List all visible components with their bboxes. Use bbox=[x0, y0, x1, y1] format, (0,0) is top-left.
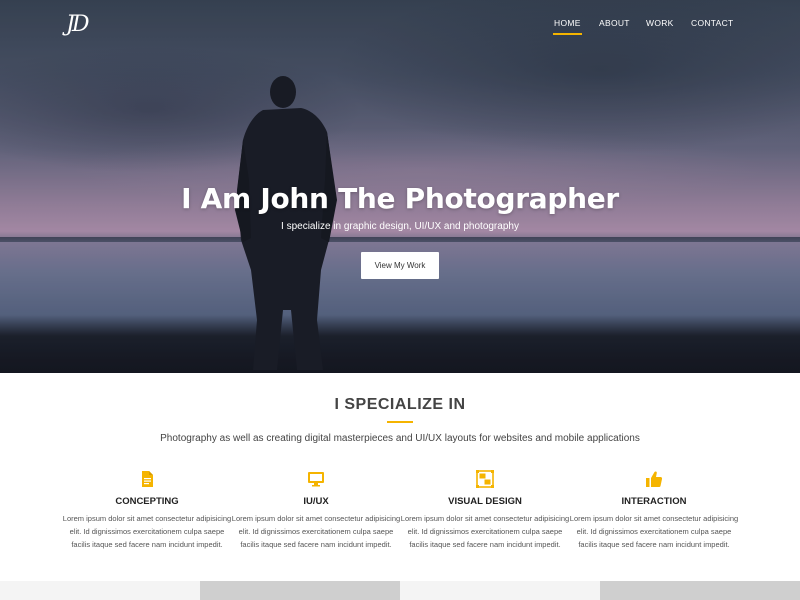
feature-interaction: INTERACTION Lorem ipsum dolor sit amet c… bbox=[569, 470, 739, 551]
view-my-work-label: View My Work bbox=[374, 261, 426, 270]
feature-visual-design: VISUAL DESIGN Lorem ipsum dolor sit amet… bbox=[400, 470, 570, 551]
feature-title: CONCEPTING bbox=[115, 496, 179, 507]
hero-section: JD HOME ABOUT WORK CONTACT I Am John The… bbox=[0, 0, 800, 373]
feature-title: IU/UX bbox=[303, 496, 329, 507]
feature-concepting: CONCEPTING Lorem ipsum dolor sit amet co… bbox=[62, 470, 232, 551]
hero-subtitle: I specialize in graphic design, UI/UX an… bbox=[281, 221, 519, 232]
feature-title: VISUAL DESIGN bbox=[448, 496, 522, 507]
view-my-work-button[interactable]: View My Work bbox=[361, 252, 439, 279]
gallery-tile[interactable] bbox=[200, 581, 400, 600]
hero-title: I Am John The Photographer bbox=[181, 182, 619, 215]
nav-item-contact[interactable]: CONTACT bbox=[691, 18, 734, 28]
site-logo[interactable]: JD bbox=[66, 12, 106, 42]
feature-description: Lorem ipsum dolor sit amet consectetur a… bbox=[62, 514, 232, 549]
specialize-underline bbox=[387, 421, 413, 423]
gallery-tile[interactable] bbox=[400, 581, 600, 600]
nav-item-work[interactable]: WORK bbox=[646, 18, 674, 28]
specialize-description: Photography as well as creating digital … bbox=[160, 433, 640, 444]
gallery-tile[interactable] bbox=[600, 581, 800, 600]
nav-item-about[interactable]: ABOUT bbox=[599, 18, 630, 28]
feature-description: Lorem ipsum dolor sit amet consectetur a… bbox=[400, 514, 570, 549]
feature-description: Lorem ipsum dolor sit amet consectetur a… bbox=[231, 514, 401, 549]
nav-item-home[interactable]: HOME bbox=[553, 18, 582, 35]
logo-text: JD bbox=[66, 12, 90, 37]
object-group-icon bbox=[476, 470, 494, 488]
gallery-tile[interactable] bbox=[0, 581, 200, 600]
specialize-title: I SPECIALIZE IN bbox=[334, 396, 466, 413]
thumbs-up-icon bbox=[646, 471, 663, 487]
monitor-icon bbox=[308, 472, 324, 487]
feature-title: INTERACTION bbox=[621, 496, 687, 507]
document-icon bbox=[142, 471, 153, 487]
feature-description: Lorem ipsum dolor sit amet consectetur a… bbox=[569, 514, 739, 549]
feature-uiux: IU/UX Lorem ipsum dolor sit amet consect… bbox=[231, 470, 401, 551]
